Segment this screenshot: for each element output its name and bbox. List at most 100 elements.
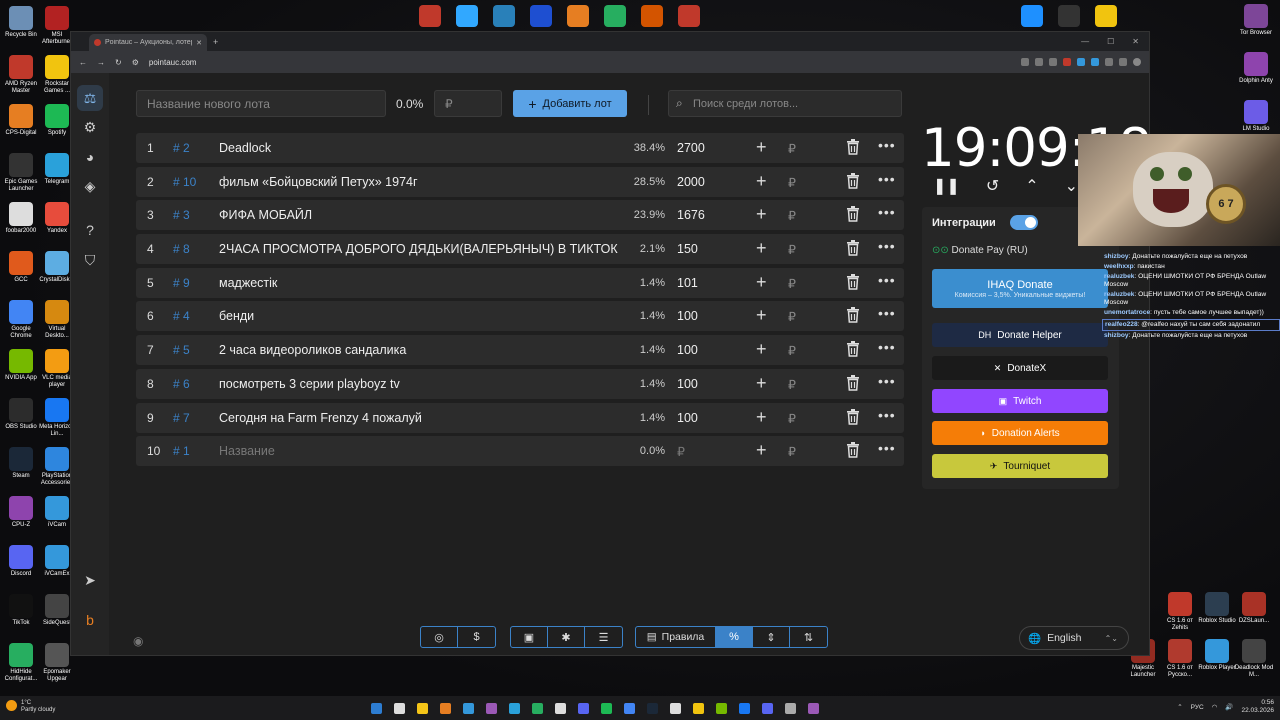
lot-name-input[interactable]: 2 часа видеороликов сандалика xyxy=(219,343,621,357)
desktop-shortcut[interactable]: GCC xyxy=(1,251,41,284)
desktop-app-icon[interactable] xyxy=(456,5,478,27)
desktop-app-icon[interactable] xyxy=(567,5,589,27)
lot-amount[interactable]: 100 xyxy=(677,309,698,323)
amount-increment-input[interactable]: ₽ xyxy=(788,208,796,223)
lot-name-input[interactable]: фильм «Бойцовский Петух» 1974г xyxy=(219,175,621,189)
desktop-app-icon[interactable] xyxy=(641,5,663,27)
new-lot-input[interactable]: Название нового лота xyxy=(136,90,386,117)
add-amount-icon[interactable]: + xyxy=(756,238,767,259)
rules-button[interactable]: ▤ Правила xyxy=(636,627,716,647)
reset-icon[interactable]: ↺ xyxy=(986,176,999,196)
lot-name-input[interactable]: посмотреть 3 серии playboyz tv xyxy=(219,377,621,391)
taskbar-app-icon[interactable] xyxy=(624,702,635,714)
minimize-icon[interactable]: — xyxy=(1081,37,1089,46)
lot-name-input[interactable]: ФИФА МОБАЙЛ xyxy=(219,208,621,222)
new-tab-icon[interactable]: + xyxy=(213,37,218,47)
desktop-app-icon[interactable] xyxy=(493,5,515,27)
desktop-app-icon[interactable] xyxy=(530,5,552,27)
trash-icon[interactable] xyxy=(846,374,860,391)
desktop-shortcut[interactable]: CS 1.6 от Русско... xyxy=(1160,639,1200,679)
amount-increment-input[interactable]: ₽ xyxy=(788,175,796,190)
input-language[interactable]: РУС xyxy=(1191,704,1204,711)
donate-pay-item[interactable]: ⊙⊙ Donate Pay (RU) xyxy=(932,245,1028,256)
add-amount-icon[interactable]: + xyxy=(756,373,767,394)
settings-gear-icon[interactable]: ⚙ xyxy=(80,117,100,137)
layers-icon[interactable]: ◈ xyxy=(80,176,100,196)
maximize-icon[interactable]: ☐ xyxy=(1107,37,1114,46)
more-options-icon[interactable]: ••• xyxy=(878,204,896,220)
lot-search-input[interactable]: ⌕ Поиск среди лотов... xyxy=(668,90,902,117)
taskbar-app-icon[interactable] xyxy=(693,702,704,714)
profile-avatar[interactable] xyxy=(1133,58,1141,66)
trash-icon[interactable] xyxy=(846,139,860,155)
close-window-icon[interactable]: ✕ xyxy=(1132,37,1139,46)
help-icon[interactable]: ? xyxy=(80,220,100,240)
lot-name-input[interactable]: маджестік xyxy=(219,276,621,290)
sort-icon[interactable]: ⇅ xyxy=(790,627,827,647)
lot-name-input[interactable]: Сегодня на Farm Frenzy 4 пожалуй xyxy=(219,411,621,425)
integration-button[interactable]: ✕ DonateX xyxy=(932,356,1108,380)
trash-icon[interactable] xyxy=(846,408,860,425)
integration-button[interactable]: ▣ Twitch xyxy=(932,389,1108,413)
add-amount-icon[interactable]: + xyxy=(756,204,767,225)
taskbar-app-icon[interactable] xyxy=(647,702,658,714)
pause-icon[interactable]: ❚❚ xyxy=(933,176,960,196)
trash-icon[interactable] xyxy=(846,341,860,357)
taskbar-app-icon[interactable] xyxy=(463,702,474,714)
lot-name-input[interactable]: Deadlock xyxy=(219,141,621,155)
language-select[interactable]: 🌐 English ⌃⌄ xyxy=(1019,626,1129,650)
desktop-shortcut[interactable]: OBS Studio xyxy=(1,398,41,431)
lot-name-input[interactable]: 2ЧАСА ПРОСМОТРА ДОБРОГО ДЯДЬКИ(ВАЛЕРЬЯНЫ… xyxy=(219,242,621,256)
volume-icon[interactable]: 🔊 xyxy=(1225,703,1233,711)
forward-icon[interactable]: → xyxy=(97,58,105,67)
lot-amount[interactable]: 2000 xyxy=(677,175,705,189)
desktop-shortcut[interactable]: CS 1.6 от Zehits xyxy=(1160,592,1200,632)
reload-icon[interactable]: ↻ xyxy=(115,58,122,67)
percent-toggle[interactable]: % xyxy=(716,627,753,647)
wheel-chart-icon[interactable]: ◕ xyxy=(80,147,100,167)
site-info-icon[interactable]: ⚙ xyxy=(132,58,139,67)
chevron-down-icon[interactable]: ⌄ xyxy=(1065,176,1078,196)
desktop-shortcut[interactable]: TikTok xyxy=(1,594,41,627)
lot-amount[interactable]: 150 xyxy=(677,242,698,256)
desktop-shortcut[interactable]: Recycle Bin xyxy=(1,6,41,39)
taskbar-app-icon[interactable] xyxy=(486,702,497,714)
telegram-icon[interactable]: ➤ xyxy=(80,570,100,590)
clear-list-icon[interactable]: ☰ xyxy=(585,627,622,647)
desktop-shortcut[interactable]: Deadlock Mod M... xyxy=(1234,639,1274,679)
desktop-shortcut[interactable]: DZSLaun... xyxy=(1234,592,1274,625)
amount-increment-input[interactable]: ₽ xyxy=(788,242,796,257)
desktop-shortcut[interactable]: AMD Ryzen Master xyxy=(1,55,41,95)
taskbar-app-icon[interactable] xyxy=(371,702,382,714)
desktop-app-icon[interactable] xyxy=(1021,5,1043,27)
weather-widget[interactable]: 1°C Partly cloudy xyxy=(6,700,55,714)
lot-name-input[interactable]: бенди xyxy=(219,309,621,323)
integration-button[interactable]: ✈ Tourniquet xyxy=(932,454,1108,478)
amount-increment-input[interactable]: ₽ xyxy=(788,411,796,426)
donate-dollar-icon[interactable]: $ xyxy=(458,627,495,647)
amount-increment-input[interactable]: ₽ xyxy=(788,141,796,156)
taskbar-app-icon[interactable] xyxy=(808,702,819,714)
desktop-shortcut[interactable]: CPS-Digital xyxy=(1,104,41,137)
taskbar-app-icon[interactable] xyxy=(394,702,405,714)
browser-tab[interactable]: Pointauc – Аукционы, лотереи... ✕ xyxy=(89,34,207,51)
add-amount-icon[interactable]: + xyxy=(756,440,767,461)
lot-amount[interactable]: 100 xyxy=(677,411,698,425)
tray-clock[interactable]: 0:56 22.03.2026 xyxy=(1241,699,1274,715)
shield-icon[interactable]: ⛉ xyxy=(80,250,100,270)
add-amount-icon[interactable]: + xyxy=(756,339,767,360)
desktop-shortcut[interactable]: CPU-Z xyxy=(1,496,41,529)
trash-icon[interactable] xyxy=(846,442,860,458)
lot-amount[interactable]: 1676 xyxy=(677,208,705,222)
taskbar-app-icon[interactable] xyxy=(578,702,589,714)
taskbar-app-icon[interactable] xyxy=(555,702,566,714)
desktop-shortcut[interactable]: foobar2000 xyxy=(1,202,41,235)
tab-close-icon[interactable]: ✕ xyxy=(196,39,202,47)
desktop-shortcut[interactable]: Steam xyxy=(1,447,41,480)
amount-increment-input[interactable]: ₽ xyxy=(788,309,796,324)
extension-icon[interactable] xyxy=(1063,58,1071,66)
url-field[interactable]: pointauc.com xyxy=(149,58,1011,67)
eye-icon[interactable]: ◉ xyxy=(133,634,143,648)
add-amount-icon[interactable]: + xyxy=(756,272,767,293)
extension-icon[interactable] xyxy=(1035,58,1043,66)
